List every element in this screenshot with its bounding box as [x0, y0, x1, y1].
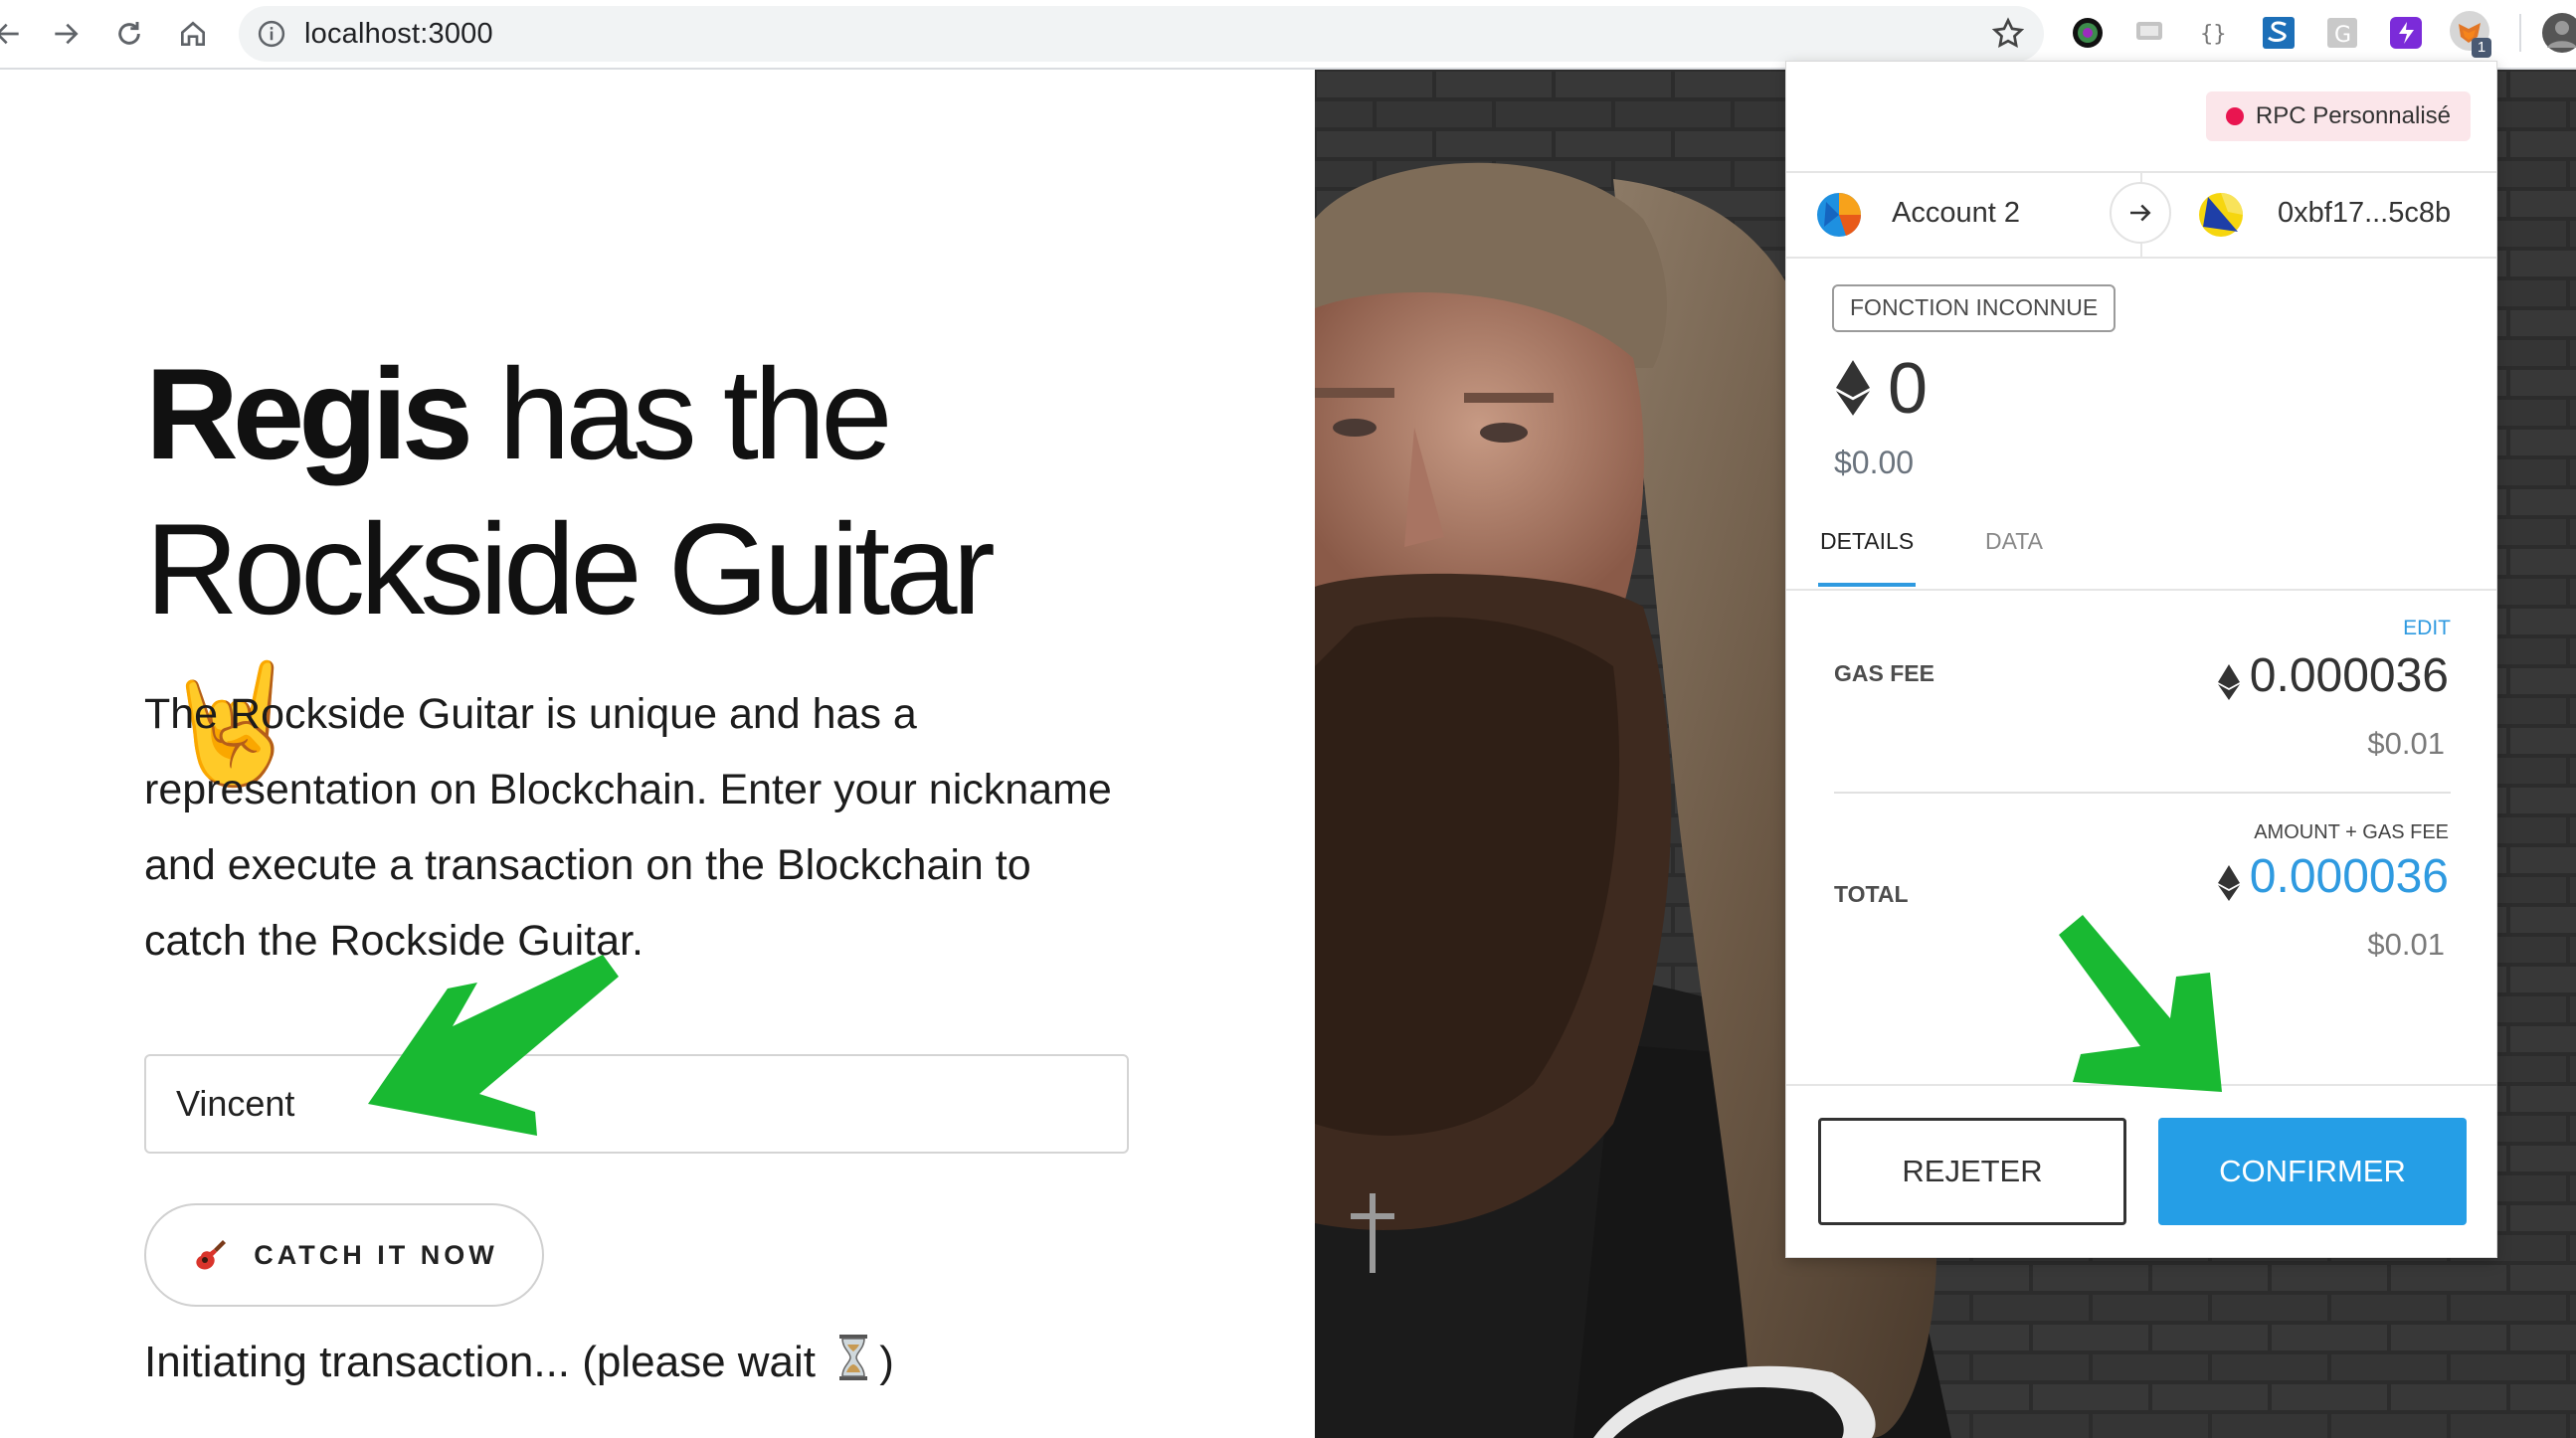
transaction-status: Initiating transaction... (please wait ): [144, 1333, 894, 1387]
toolbar-separator: [2519, 14, 2521, 52]
intro-line: catch the Rockside Guitar.: [144, 917, 644, 965]
home-button[interactable]: [167, 8, 219, 60]
network-selector[interactable]: RPC Personnalisé: [2205, 91, 2471, 141]
forward-arrow-icon: [55, 23, 79, 45]
eth-amount-value: 0: [1888, 349, 1929, 429]
section-divider: [1834, 792, 2451, 794]
network-status-dot: [2225, 107, 2244, 125]
details-tabs: DETAILS DATA: [1786, 519, 2496, 591]
confirm-button[interactable]: CONFIRMER: [2158, 1118, 2467, 1225]
svg-text:G: G: [2334, 23, 2351, 48]
status-close: ): [879, 1338, 894, 1386]
catch-button-label: CATCH IT NOW: [254, 1239, 498, 1270]
headline-name: Regis: [145, 341, 473, 486]
g-extension-icon[interactable]: G: [2323, 14, 2361, 52]
tab-data[interactable]: DATA: [1985, 519, 2043, 595]
gas-fee-eth: 0.000036: [2249, 649, 2449, 702]
profile-avatar-icon[interactable]: [2541, 12, 2576, 54]
bookmark-star-icon[interactable]: [1990, 16, 2026, 52]
total-label: TOTAL: [1834, 881, 1909, 907]
reload-button[interactable]: [103, 8, 155, 60]
intro-line: The Rockside Guitar is unique and has a: [144, 690, 917, 738]
headline-rest: has the: [467, 341, 892, 486]
back-arrow-icon: [0, 23, 19, 45]
comment-extension-icon[interactable]: [2132, 14, 2170, 52]
svg-text:{}: {}: [2200, 22, 2227, 47]
from-account-avatar[interactable]: [1816, 192, 1862, 238]
gas-fee-label: GAS FEE: [1834, 660, 1934, 686]
headline-line2: Rockside Guitar: [145, 496, 996, 641]
annotation-arrow-icon: [2059, 915, 2222, 1092]
ethereum-icon: [2218, 865, 2240, 901]
guitar-icon: [196, 1240, 227, 1270]
site-info-icon[interactable]: [257, 19, 286, 49]
intro-line: representation on Blockchain. Enter your…: [144, 766, 1112, 813]
status-text: Initiating transaction... (please wait: [144, 1338, 817, 1386]
total-caption: AMOUNT + GAS FEE: [2254, 821, 2449, 843]
to-address[interactable]: 0xbf17...5c8b: [2278, 197, 2451, 230]
edit-gas-link[interactable]: EDIT: [2403, 617, 2451, 640]
fiat-amount: $0.00: [1834, 445, 1915, 480]
intro-line: and execute a transaction on the Blockch…: [144, 841, 1031, 889]
catch-it-now-button[interactable]: CATCH IT NOW: [144, 1203, 544, 1307]
color-picker-extension-icon[interactable]: [2069, 14, 2107, 52]
transfer-arrow: [2110, 182, 2171, 244]
back-button[interactable]: [0, 8, 34, 60]
address-bar[interactable]: localhost:3000: [239, 6, 2044, 62]
reject-button[interactable]: REJETER: [1818, 1118, 2126, 1225]
reload-icon: [118, 22, 140, 45]
network-name: RPC Personnalisé: [2255, 102, 2451, 129]
home-icon: [181, 21, 205, 46]
s-extension-icon[interactable]: [2260, 14, 2298, 52]
method-tag: FONCTION INCONNUE: [1832, 284, 2116, 332]
intro-paragraph: The Rockside Guitar is unique and has a …: [144, 676, 1129, 979]
total-fiat: $0.01: [2367, 927, 2445, 962]
from-account-name[interactable]: Account 2: [1892, 197, 2020, 230]
url-text[interactable]: localhost:3000: [304, 18, 493, 51]
browser-toolbar: localhost:3000 {} G 1: [0, 0, 2576, 70]
annotation-arrow-icon: [368, 955, 619, 1136]
ethereum-icon: [2218, 664, 2240, 700]
ethereum-icon: [1836, 360, 1870, 416]
account-transfer-row: Account 2 0xbf17...5c8b: [1786, 171, 2496, 259]
to-account-avatar[interactable]: [2198, 192, 2244, 238]
nickname-input[interactable]: [144, 1054, 1129, 1154]
total-eth: 0.000036: [2249, 850, 2449, 903]
right-arrow-icon: [2130, 204, 2151, 222]
gas-fee-fiat: $0.01: [2367, 726, 2445, 761]
hourglass-icon: [839, 1335, 868, 1380]
tab-details[interactable]: DETAILS: [1818, 519, 1917, 587]
extension-badge: 1: [2472, 38, 2491, 58]
json-extension-icon[interactable]: {}: [2196, 14, 2234, 52]
purple-extension-icon[interactable]: [2387, 14, 2425, 52]
forward-button[interactable]: [40, 8, 92, 60]
